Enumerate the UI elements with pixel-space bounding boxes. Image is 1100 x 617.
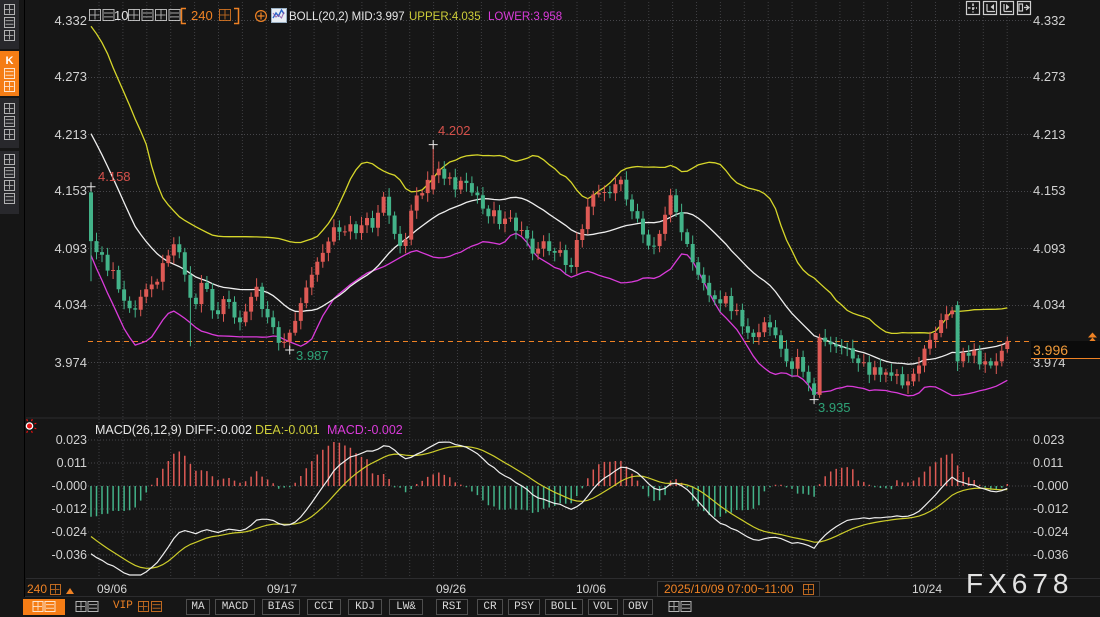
svg-text:K: K xyxy=(6,55,14,67)
